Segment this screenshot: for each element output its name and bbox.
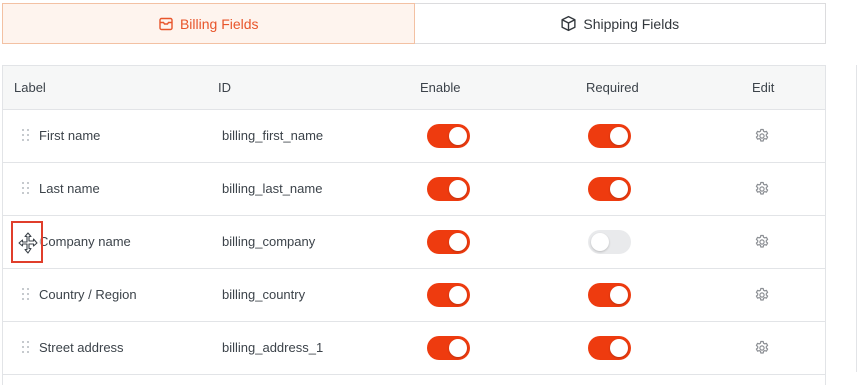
- toggle-knob: [449, 127, 467, 145]
- table-row: Company name billing_company: [3, 216, 825, 269]
- drag-handle-icon[interactable]: [22, 341, 30, 355]
- header-required: Required: [586, 80, 639, 95]
- move-cursor-icon: [18, 232, 38, 254]
- header-enable: Enable: [420, 80, 461, 95]
- tab-billing-fields[interactable]: Billing Fields: [2, 3, 415, 44]
- table-row: Last name billing_last_name: [3, 163, 825, 216]
- toggle-knob: [610, 127, 628, 145]
- table-row: First name billing_first_name: [3, 110, 825, 163]
- field-id: billing_first_name: [222, 128, 324, 143]
- table-row: Country / Region billing_country: [3, 269, 825, 322]
- enable-toggle[interactable]: [427, 177, 470, 201]
- toggle-knob: [449, 286, 467, 304]
- drag-handle-icon[interactable]: [22, 182, 30, 196]
- table-header: Label ID Enable Required Edit: [3, 66, 825, 110]
- side-panel-edge: [856, 65, 857, 372]
- required-toggle[interactable]: [588, 177, 631, 201]
- drag-handle-icon[interactable]: [22, 288, 30, 302]
- billing-box-icon: [158, 16, 174, 32]
- field-id: billing_country: [222, 287, 306, 302]
- header-edit: Edit: [752, 80, 775, 95]
- toggle-knob: [449, 339, 467, 357]
- package-icon: [560, 15, 577, 32]
- gear-icon[interactable]: [754, 128, 770, 144]
- table-body: First name billing_first_name Last name bil…: [3, 110, 825, 375]
- toggle-knob: [610, 286, 628, 304]
- required-toggle[interactable]: [588, 124, 631, 148]
- gear-icon[interactable]: [754, 234, 770, 250]
- enable-toggle[interactable]: [427, 336, 470, 360]
- field-label: Country / Region: [39, 287, 137, 302]
- header-label: Label: [14, 80, 46, 95]
- gear-icon[interactable]: [754, 340, 770, 356]
- enable-toggle[interactable]: [427, 230, 470, 254]
- enable-toggle[interactable]: [427, 124, 470, 148]
- drag-move-highlight[interactable]: [11, 221, 43, 263]
- table-row: Street address billing_address_1: [3, 322, 825, 375]
- toggle-knob: [591, 233, 609, 251]
- required-toggle[interactable]: [588, 230, 631, 254]
- enable-toggle[interactable]: [427, 283, 470, 307]
- tab-billing-label: Billing Fields: [179, 15, 259, 32]
- tab-shipping-fields[interactable]: Shipping Fields: [414, 3, 826, 44]
- header-id: ID: [218, 80, 231, 95]
- field-label: Street address: [39, 340, 124, 355]
- required-toggle[interactable]: [588, 336, 631, 360]
- field-id: billing_last_name: [222, 181, 323, 196]
- field-label: Last name: [39, 181, 100, 196]
- field-id: billing_company: [222, 234, 316, 249]
- tab-shipping-label: Shipping Fields: [583, 15, 680, 32]
- drag-handle-icon[interactable]: [22, 129, 30, 143]
- gear-icon[interactable]: [754, 287, 770, 303]
- toggle-knob: [610, 180, 628, 198]
- toggle-knob: [449, 180, 467, 198]
- field-tabs: Billing Fields Shipping Fields: [2, 3, 826, 44]
- toggle-knob: [449, 233, 467, 251]
- toggle-knob: [610, 339, 628, 357]
- required-toggle[interactable]: [588, 283, 631, 307]
- fields-table: Label ID Enable Required Edit First name…: [2, 65, 826, 385]
- field-id: billing_address_1: [222, 340, 324, 355]
- field-label: First name: [39, 128, 101, 143]
- gear-icon[interactable]: [754, 181, 770, 197]
- field-label: Company name: [39, 234, 131, 249]
